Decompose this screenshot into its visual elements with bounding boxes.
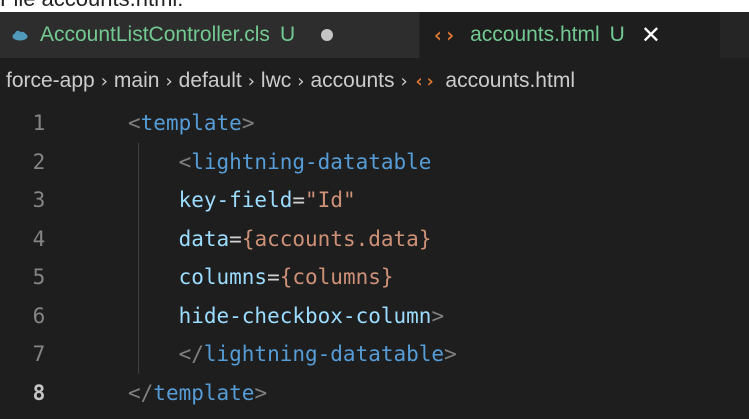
- code-token: >: [254, 380, 268, 405]
- editor-tab-bar: AccountListController.cls U ‹› accounts.…: [0, 12, 749, 58]
- code-line[interactable]: 5 columns={columns}: [0, 258, 749, 297]
- caption: File accounts.html:: [0, 0, 749, 12]
- code-token: </: [128, 342, 204, 366]
- code-text: columns={columns}: [128, 258, 394, 297]
- code-line[interactable]: 2 <lightning-datatable: [0, 143, 749, 182]
- git-status-badge: U: [279, 23, 296, 46]
- breadcrumb-item[interactable]: lwc: [261, 69, 291, 93]
- html-file-icon: ‹›: [413, 70, 436, 92]
- line-number: 5: [32, 265, 46, 289]
- code-line[interactable]: 1 <template>: [0, 104, 749, 143]
- code-token: =: [267, 265, 280, 289]
- chevron-right-icon: ›: [247, 70, 255, 92]
- code-token: template: [140, 111, 242, 135]
- html-file-icon: ‹›: [432, 23, 457, 47]
- tab-account-list-controller[interactable]: AccountListController.cls U: [0, 12, 420, 58]
- chevron-right-icon: ›: [100, 70, 108, 92]
- code-token: </: [128, 380, 154, 405]
- code-token: {columns}: [279, 265, 394, 289]
- code-line[interactable]: 7 </lightning-datatable>: [0, 335, 749, 374]
- code-token: {accounts.data}: [241, 226, 432, 251]
- caption-text: File accounts.html:: [0, 0, 183, 12]
- line-number: 7: [32, 342, 46, 366]
- breadcrumb-item[interactable]: default: [179, 69, 242, 93]
- unsaved-dot-icon[interactable]: [321, 29, 334, 41]
- line-number: 4: [32, 226, 46, 251]
- code-line[interactable]: 8 </template>: [0, 374, 749, 413]
- code-token: template: [153, 380, 255, 405]
- vscode-window: File accounts.html: AccountListControlle…: [0, 0, 749, 419]
- tab-accounts-html[interactable]: ‹› accounts.html U ✕: [420, 12, 720, 58]
- chevron-right-icon: ›: [297, 70, 305, 92]
- code-line[interactable]: 4 data={accounts.data}: [0, 220, 749, 259]
- code-token: hide-checkbox-column: [128, 303, 432, 328]
- salesforce-cloud-icon: [12, 30, 28, 40]
- code-token: lightning-datatable: [191, 149, 432, 174]
- code-token: >: [241, 111, 255, 135]
- tab-label: AccountListController.cls: [40, 23, 270, 46]
- code-token: =: [229, 226, 242, 251]
- chevron-right-icon: ›: [165, 70, 173, 92]
- close-icon[interactable]: ✕: [641, 21, 661, 49]
- code-line[interactable]: 3 key-field="Id": [0, 181, 749, 220]
- code-text: </lightning-datatable>: [128, 335, 457, 374]
- line-number: 8: [32, 380, 46, 405]
- code-token: =: [292, 188, 306, 212]
- tab-label: accounts.html: [470, 23, 600, 46]
- line-number: 6: [32, 303, 46, 328]
- chevron-right-icon: ›: [400, 70, 408, 92]
- line-number: 1: [32, 111, 46, 135]
- code-text: <template>: [128, 104, 254, 143]
- code-text: <lightning-datatable: [128, 143, 432, 182]
- code-token: <: [128, 111, 141, 135]
- code-text: </template>: [128, 374, 267, 413]
- code-token: "Id": [305, 188, 356, 212]
- code-token: <: [128, 149, 192, 174]
- breadcrumb-item[interactable]: accounts.html: [445, 69, 575, 93]
- code-token: lightning-datatable: [203, 342, 445, 366]
- breadcrumb-item[interactable]: main: [114, 69, 160, 93]
- breadcrumb-item[interactable]: force-app: [6, 69, 95, 93]
- breadcrumb: force-app › main › default › lwc › accou…: [0, 58, 749, 104]
- code-token: columns: [128, 265, 268, 289]
- line-number: 3: [32, 188, 46, 212]
- line-number: 2: [32, 149, 46, 174]
- code-text: key-field="Id": [128, 181, 356, 220]
- code-editor[interactable]: 1 <template> 2 <lightning-datatable 3 key-f…: [0, 104, 749, 419]
- git-status-badge: U: [609, 23, 625, 46]
- code-token: key-field: [128, 188, 293, 212]
- breadcrumb-item[interactable]: accounts: [310, 69, 394, 93]
- code-text: data={accounts.data}: [128, 220, 432, 259]
- code-token: data: [128, 226, 230, 251]
- tab-bar-empty-space: [720, 12, 749, 58]
- code-token: >: [444, 342, 457, 366]
- code-text: hide-checkbox-column>: [128, 297, 445, 336]
- code-token: >: [431, 303, 445, 328]
- code-line[interactable]: 6 hide-checkbox-column>: [0, 297, 749, 336]
